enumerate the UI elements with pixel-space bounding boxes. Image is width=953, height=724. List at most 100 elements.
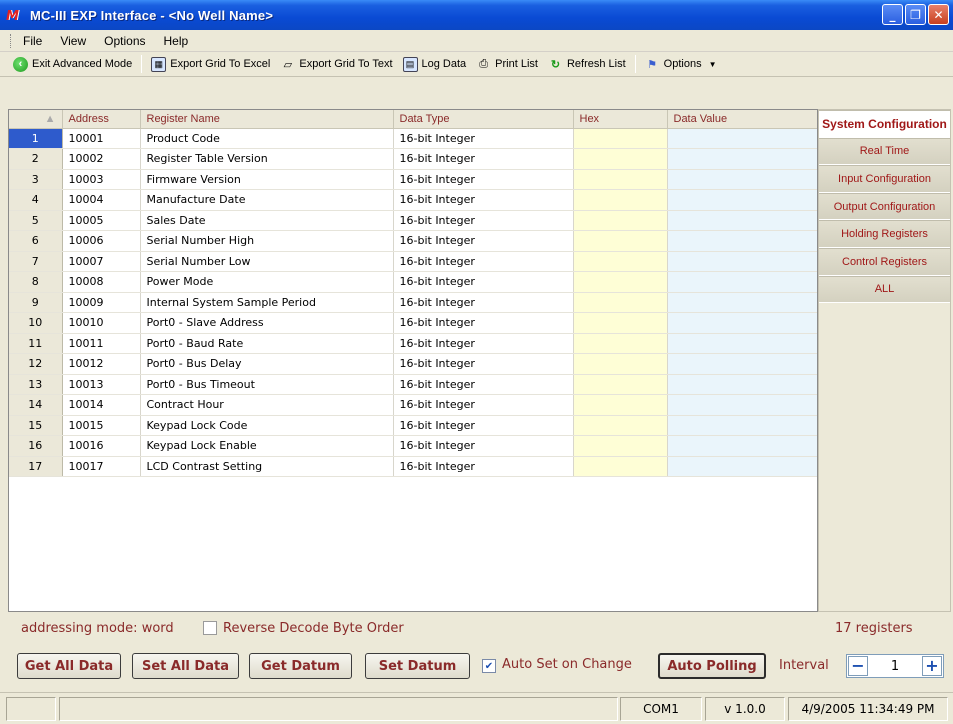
- cell-hex[interactable]: [573, 333, 668, 354]
- cell-register-name[interactable]: Contract Hour: [140, 394, 394, 416]
- cell-data-type[interactable]: 16-bit Integer: [393, 169, 574, 190]
- row-number[interactable]: 8: [9, 271, 63, 293]
- cell-address[interactable]: 10006: [62, 230, 141, 252]
- maximize-button[interactable]: ❐: [905, 4, 926, 25]
- tab-output-configuration[interactable]: Output Configuration: [819, 192, 950, 221]
- cell-data-type[interactable]: 16-bit Integer: [393, 128, 574, 149]
- row-number-header[interactable]: ▲: [9, 110, 63, 129]
- row-number[interactable]: 12: [9, 353, 63, 375]
- cell-data-value[interactable]: [667, 333, 817, 354]
- table-row[interactable]: 1 10001 Product Code 16-bit Integer: [9, 128, 817, 149]
- row-number[interactable]: 5: [9, 210, 63, 231]
- auto-set-label[interactable]: Auto Set on Change: [502, 657, 632, 672]
- cell-data-value[interactable]: [667, 456, 817, 477]
- row-number[interactable]: 2: [9, 148, 63, 170]
- table-row[interactable]: 8 10008 Power Mode 16-bit Integer: [9, 271, 817, 293]
- cell-hex[interactable]: [573, 415, 668, 436]
- close-button[interactable]: ✕: [928, 4, 949, 25]
- cell-register-name[interactable]: Port0 - Bus Timeout: [140, 374, 394, 395]
- register-grid[interactable]: ▲ Address Register Name Data Type Hex Da…: [8, 109, 818, 612]
- cell-register-name[interactable]: Firmware Version: [140, 169, 394, 190]
- export-text-button[interactable]: ▱ Export Grid To Text: [275, 57, 397, 72]
- cell-address[interactable]: 10013: [62, 374, 141, 395]
- table-row[interactable]: 15 10015 Keypad Lock Code 16-bit Integer: [9, 415, 817, 436]
- cell-data-type[interactable]: 16-bit Integer: [393, 148, 574, 170]
- export-excel-button[interactable]: ▦ Export Grid To Excel: [146, 56, 275, 72]
- column-header-register-name[interactable]: Register Name: [140, 110, 394, 129]
- log-data-button[interactable]: ▤ Log Data: [398, 56, 472, 72]
- cell-hex[interactable]: [573, 312, 668, 334]
- cell-data-type[interactable]: 16-bit Integer: [393, 374, 574, 395]
- cell-data-value[interactable]: [667, 128, 817, 149]
- cell-register-name[interactable]: Serial Number Low: [140, 251, 394, 272]
- cell-data-value[interactable]: [667, 353, 817, 375]
- cell-address[interactable]: 10002: [62, 148, 141, 170]
- exit-advanced-mode-button[interactable]: ‹ Exit Advanced Mode: [8, 56, 137, 72]
- cell-data-type[interactable]: 16-bit Integer: [393, 333, 574, 354]
- table-row[interactable]: 5 10005 Sales Date 16-bit Integer: [9, 210, 817, 231]
- cell-data-type[interactable]: 16-bit Integer: [393, 292, 574, 313]
- decrement-button[interactable]: −: [848, 656, 868, 676]
- table-row[interactable]: 16 10016 Keypad Lock Enable 16-bit Integer: [9, 435, 817, 457]
- interval-value[interactable]: 1: [869, 659, 921, 674]
- column-header-address[interactable]: Address: [62, 110, 141, 129]
- cell-address[interactable]: 10012: [62, 353, 141, 375]
- cell-register-name[interactable]: Serial Number High: [140, 230, 394, 252]
- cell-register-name[interactable]: LCD Contrast Setting: [140, 456, 394, 477]
- cell-register-name[interactable]: Register Table Version: [140, 148, 394, 170]
- cell-address[interactable]: 10015: [62, 415, 141, 436]
- cell-address[interactable]: 10011: [62, 333, 141, 354]
- row-number[interactable]: 3: [9, 169, 63, 190]
- cell-register-name[interactable]: Manufacture Date: [140, 189, 394, 211]
- menu-options[interactable]: Options: [95, 34, 154, 48]
- row-number[interactable]: 15: [9, 415, 63, 436]
- cell-address[interactable]: 10009: [62, 292, 141, 313]
- cell-address[interactable]: 10010: [62, 312, 141, 334]
- reverse-byte-order-checkbox[interactable]: [203, 621, 217, 635]
- menu-file[interactable]: File: [14, 34, 51, 48]
- menu-help[interactable]: Help: [155, 34, 198, 48]
- cell-register-name[interactable]: Power Mode: [140, 271, 394, 293]
- cell-hex[interactable]: [573, 169, 668, 190]
- cell-hex[interactable]: [573, 374, 668, 395]
- table-row[interactable]: 14 10014 Contract Hour 16-bit Integer: [9, 394, 817, 416]
- cell-address[interactable]: 10003: [62, 169, 141, 190]
- cell-hex[interactable]: [573, 394, 668, 416]
- cell-data-type[interactable]: 16-bit Integer: [393, 312, 574, 334]
- cell-data-type[interactable]: 16-bit Integer: [393, 189, 574, 211]
- cell-data-type[interactable]: 16-bit Integer: [393, 435, 574, 457]
- cell-data-value[interactable]: [667, 292, 817, 313]
- cell-address[interactable]: 10016: [62, 435, 141, 457]
- cell-hex[interactable]: [573, 456, 668, 477]
- cell-data-value[interactable]: [667, 251, 817, 272]
- cell-register-name[interactable]: Port0 - Slave Address: [140, 312, 394, 334]
- auto-set-checkbox[interactable]: ✔: [482, 659, 496, 673]
- cell-hex[interactable]: [573, 210, 668, 231]
- reverse-byte-order-label[interactable]: Reverse Decode Byte Order: [223, 621, 404, 636]
- cell-register-name[interactable]: Port0 - Baud Rate: [140, 333, 394, 354]
- row-number[interactable]: 14: [9, 394, 63, 416]
- cell-data-type[interactable]: 16-bit Integer: [393, 415, 574, 436]
- table-row[interactable]: 11 10011 Port0 - Baud Rate 16-bit Integer: [9, 333, 817, 354]
- row-number[interactable]: 11: [9, 333, 63, 354]
- set-all-data-button[interactable]: Set All Data: [132, 653, 239, 679]
- cell-data-value[interactable]: [667, 148, 817, 170]
- cell-data-value[interactable]: [667, 189, 817, 211]
- cell-register-name[interactable]: Product Code: [140, 128, 394, 149]
- cell-data-value[interactable]: [667, 394, 817, 416]
- table-row[interactable]: 7 10007 Serial Number Low 16-bit Integer: [9, 251, 817, 272]
- menu-view[interactable]: View: [51, 34, 95, 48]
- cell-data-value[interactable]: [667, 230, 817, 252]
- get-datum-button[interactable]: Get Datum: [249, 653, 352, 679]
- cell-data-type[interactable]: 16-bit Integer: [393, 456, 574, 477]
- row-number[interactable]: 13: [9, 374, 63, 395]
- row-number[interactable]: 16: [9, 435, 63, 457]
- row-number[interactable]: 1: [9, 128, 63, 149]
- cell-data-value[interactable]: [667, 210, 817, 231]
- tab-system-configuration[interactable]: System Configuration: [819, 110, 950, 138]
- cell-data-value[interactable]: [667, 374, 817, 395]
- set-datum-button[interactable]: Set Datum: [365, 653, 470, 679]
- cell-data-type[interactable]: 16-bit Integer: [393, 271, 574, 293]
- cell-address[interactable]: 10004: [62, 189, 141, 211]
- cell-hex[interactable]: [573, 189, 668, 211]
